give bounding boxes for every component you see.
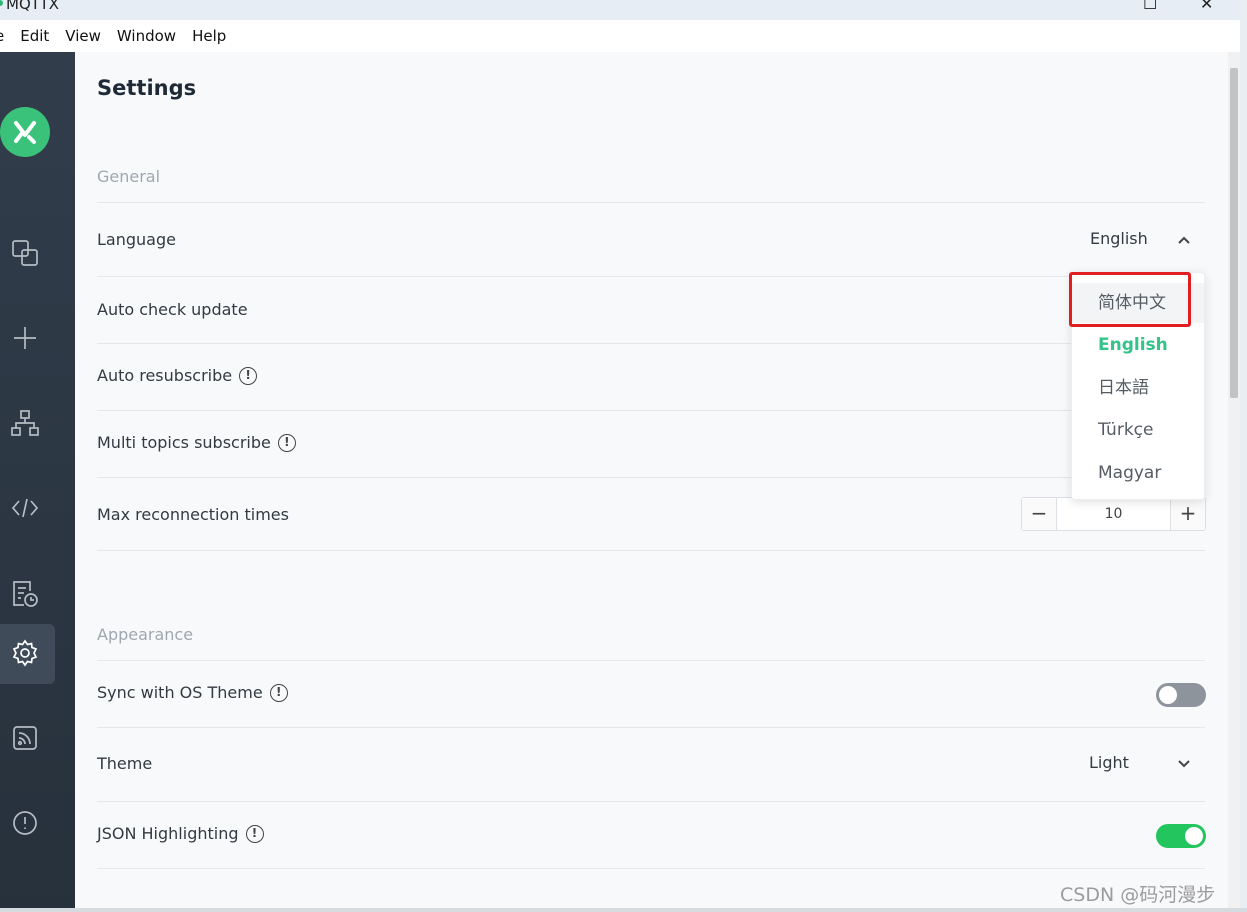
mqttx-logo <box>0 107 50 157</box>
auto-resubscribe-label: Auto resubscribe ! <box>97 366 258 385</box>
script-icon <box>11 498 39 518</box>
max-reconnect-stepper: − 10 + <box>1021 497 1206 531</box>
menu-bar: e Edit View Window Help <box>0 20 1240 52</box>
about-icon <box>13 811 37 835</box>
theme-label: Theme <box>97 754 153 773</box>
auto-check-update-label: Auto check update <box>97 300 248 319</box>
plus-icon <box>14 327 36 349</box>
toggle-knob <box>1185 827 1203 845</box>
sidebar <box>0 52 75 912</box>
menu-view[interactable]: View <box>65 27 101 45</box>
decrement-button[interactable]: − <box>1022 498 1057 530</box>
topology-icon <box>11 410 39 436</box>
menu-help[interactable]: Help <box>192 27 226 45</box>
app-icon <box>0 0 3 6</box>
watermark: CSDN @码河漫步 <box>1060 884 1216 906</box>
language-option-hu[interactable]: Magyar <box>1072 453 1204 493</box>
connections-icon <box>12 240 38 266</box>
log-icon <box>13 581 38 607</box>
gear-icon <box>12 639 38 667</box>
toggle-knob <box>1159 686 1177 704</box>
feed-icon <box>13 726 37 750</box>
info-icon[interactable]: ! <box>245 824 264 843</box>
language-option-en[interactable]: English <box>1072 325 1204 365</box>
json-highlight-label: JSON Highlighting ! <box>97 824 264 843</box>
scrollbar-thumb[interactable] <box>1230 68 1238 398</box>
window-title: MQTTX <box>6 0 60 13</box>
setting-auto-resubscribe: Auto resubscribe ! <box>97 344 1205 411</box>
section-appearance-title: Appearance <box>97 625 194 644</box>
menu-window[interactable]: Window <box>117 27 176 45</box>
theme-select[interactable]: Light <box>1089 753 1129 772</box>
max-reconnect-input[interactable]: 10 <box>1057 498 1170 530</box>
sidebar-item-topology[interactable] <box>9 407 41 439</box>
menu-file[interactable]: e <box>0 27 4 45</box>
language-option-ja[interactable]: 日本語 <box>1072 368 1204 408</box>
sidebar-item-script[interactable] <box>9 492 41 524</box>
multi-topics-text: Multi topics subscribe <box>97 433 271 452</box>
section-general-title: General <box>97 167 161 186</box>
setting-multi-topics: Multi topics subscribe ! <box>97 411 1205 478</box>
sync-os-text: Sync with OS Theme <box>97 683 263 702</box>
info-icon[interactable]: ! <box>269 683 288 702</box>
maximize-icon[interactable]: ☐ <box>1143 0 1157 13</box>
setting-language: Language English <box>97 203 1205 277</box>
language-option-tr[interactable]: Türkçe <box>1072 410 1204 450</box>
background-window-edge <box>1240 0 1247 912</box>
language-select[interactable]: English <box>1090 229 1148 248</box>
max-reconnect-label: Max reconnection times <box>97 505 289 524</box>
scrollbar[interactable] <box>1228 52 1240 912</box>
title-bar: MQTTX ☐ ✕ <box>0 0 1247 20</box>
json-highlight-toggle[interactable] <box>1156 824 1206 848</box>
sidebar-item-about[interactable] <box>9 807 41 839</box>
info-icon[interactable]: ! <box>239 366 258 385</box>
setting-json-highlighting: JSON Highlighting ! <box>97 802 1206 869</box>
sync-os-label: Sync with OS Theme ! <box>97 683 288 702</box>
sidebar-item-log[interactable] <box>9 577 41 609</box>
language-dropdown: 简体中文 English 日本語 Türkçe Magyar <box>1071 272 1205 500</box>
auto-resubscribe-text: Auto resubscribe <box>97 366 233 385</box>
multi-topics-label: Multi topics subscribe ! <box>97 433 296 452</box>
close-icon[interactable]: ✕ <box>1200 0 1213 13</box>
setting-auto-check-update: Auto check update <box>97 277 1205 344</box>
page-title: Settings <box>97 76 197 100</box>
increment-button[interactable]: + <box>1170 498 1205 530</box>
window-bottom-edge <box>0 908 1247 912</box>
menu-edit[interactable]: Edit <box>20 27 49 45</box>
chevron-down-icon[interactable] <box>1176 756 1192 772</box>
setting-sync-os-theme: Sync with OS Theme ! <box>97 661 1206 728</box>
sync-os-toggle[interactable] <box>1156 683 1206 707</box>
json-highlight-text: JSON Highlighting <box>97 824 239 843</box>
info-icon[interactable]: ! <box>277 433 296 452</box>
chevron-up-icon[interactable] <box>1176 232 1192 248</box>
setting-theme: Theme Light <box>97 728 1205 802</box>
sidebar-item-new[interactable] <box>9 322 41 354</box>
sidebar-item-settings[interactable] <box>9 637 41 669</box>
language-option-zh[interactable]: 简体中文 <box>1072 283 1204 323</box>
sidebar-item-feed[interactable] <box>9 722 41 754</box>
sidebar-item-connections[interactable] <box>9 237 41 269</box>
language-label: Language <box>97 230 176 249</box>
